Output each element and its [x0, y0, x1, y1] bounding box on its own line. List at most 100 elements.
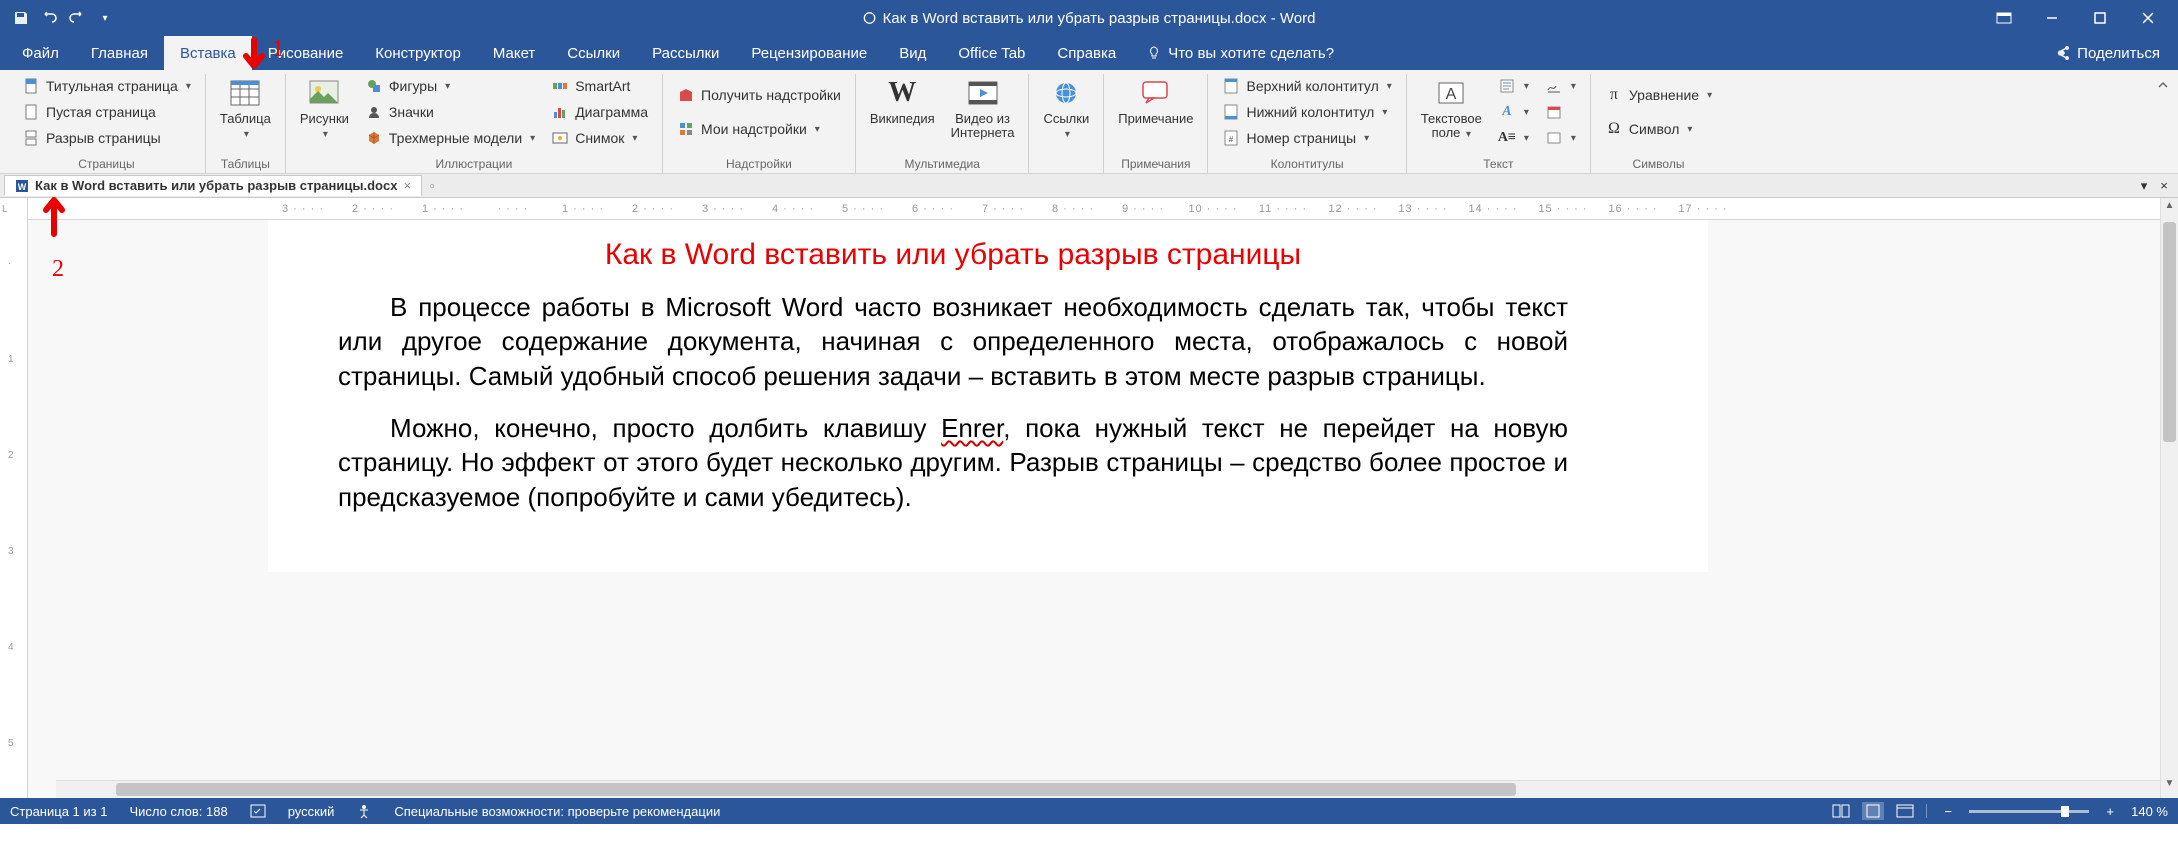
equation-button[interactable]: π Уравнение▾ — [1599, 83, 1718, 107]
document-heading: Как в Word вставить или убрать разрыв ст… — [338, 238, 1568, 272]
ribbon: Титульная страница▾ Пустая страница Разр… — [0, 70, 2178, 174]
group-media: W Википедия Видео из Интернета Мультимед… — [856, 74, 1030, 173]
share-button[interactable]: Поделиться — [2055, 36, 2178, 70]
links-button[interactable]: Ссылки▾ — [1037, 74, 1095, 150]
new-tab-button[interactable]: ▫ — [422, 178, 443, 193]
smartart-icon — [551, 77, 569, 95]
screenshot-button[interactable]: Снимок▾ — [545, 126, 654, 150]
table-button[interactable]: Таблица▾ — [214, 74, 277, 150]
zoom-level[interactable]: 140 % — [2131, 804, 2168, 819]
symbol-icon: Ω — [1605, 120, 1623, 138]
status-accessibility[interactable]: Специальные возможности: проверьте реком… — [394, 804, 720, 819]
page-break-button[interactable]: Разрыв страницы — [16, 126, 197, 150]
status-word-count[interactable]: Число слов: 188 — [129, 804, 227, 819]
cover-page-button[interactable]: Титульная страница▾ — [16, 74, 197, 98]
shapes-button[interactable]: Фигуры▾ — [359, 74, 541, 98]
tab-file[interactable]: Файл — [6, 36, 75, 70]
save-icon[interactable] — [12, 9, 30, 27]
quick-parts-button[interactable]: ▾ — [1492, 74, 1535, 98]
document-canvas[interactable]: 3 · · · ·2 · · · ·1 · · · · · · · ·1 · ·… — [28, 198, 2178, 798]
redo-icon[interactable] — [68, 9, 86, 27]
print-layout-icon[interactable] — [1862, 802, 1884, 820]
drop-cap-icon: A≡ — [1498, 129, 1516, 147]
date-time-button[interactable] — [1539, 100, 1582, 124]
chart-button[interactable]: Диаграмма — [545, 100, 654, 124]
customize-qat-icon[interactable]: ▾ — [96, 9, 114, 27]
wikipedia-button[interactable]: W Википедия — [864, 74, 941, 150]
document-tab[interactable]: W Как в Word вставить или убрать разрыв … — [4, 175, 422, 196]
header-button[interactable]: Верхний колонтитул▾ — [1216, 74, 1397, 98]
tab-mailings[interactable]: Рассылки — [636, 36, 735, 70]
collapse-ribbon-button[interactable] — [2148, 74, 2178, 173]
text-box-button[interactable]: A Текстовое поле ▾ — [1415, 74, 1488, 150]
zoom-out-icon[interactable]: − — [1937, 802, 1959, 820]
spelling-error[interactable]: Enrer — [941, 413, 1003, 443]
autosave-off-icon — [863, 11, 877, 25]
vertical-scrollbar[interactable]: ▲▼ — [2160, 198, 2178, 798]
3d-models-icon — [365, 129, 383, 147]
tab-draw[interactable]: Рисование — [252, 36, 360, 70]
signature-icon — [1545, 77, 1563, 95]
wordart-button[interactable]: A▾ — [1492, 100, 1535, 124]
undo-icon[interactable] — [40, 9, 58, 27]
document-title: Как в Word вставить или убрать разрыв ст… — [863, 10, 1316, 27]
blank-page-button[interactable]: Пустая страница — [16, 100, 197, 124]
tab-insert[interactable]: Вставка — [164, 36, 252, 70]
online-video-button[interactable]: Видео из Интернета — [945, 74, 1021, 150]
web-layout-icon[interactable] — [1894, 802, 1916, 820]
comment-button[interactable]: Примечание — [1112, 74, 1199, 150]
minimize-icon[interactable] — [2042, 8, 2062, 28]
document-tab-strip: W Как в Word вставить или убрать разрыв … — [0, 174, 2178, 198]
tab-close-all-icon[interactable]: × — [2156, 178, 2172, 194]
my-addins-button[interactable]: Мои надстройки▾ — [671, 117, 847, 141]
tab-dropdown-icon[interactable]: ▾ — [2136, 178, 2152, 194]
chart-icon — [551, 103, 569, 121]
group-tables: Таблица▾ Таблицы — [206, 74, 286, 173]
ribbon-tabs: Файл Главная Вставка Рисование Конструкт… — [0, 36, 2178, 70]
tab-design[interactable]: Конструктор — [359, 36, 477, 70]
footer-button[interactable]: Нижний колонтитул▾ — [1216, 100, 1397, 124]
link-icon — [1049, 76, 1083, 110]
date-time-icon — [1545, 103, 1563, 121]
icons-button[interactable]: Значки — [359, 100, 541, 124]
page-number-icon: # — [1222, 129, 1240, 147]
quick-parts-icon — [1498, 77, 1516, 95]
pictures-button[interactable]: Рисунки▾ — [294, 74, 355, 150]
tab-home[interactable]: Главная — [75, 36, 164, 70]
symbol-button[interactable]: Ω Символ▾ — [1599, 117, 1718, 141]
screenshot-icon — [551, 129, 569, 147]
horizontal-scrollbar[interactable] — [56, 780, 2160, 798]
tab-help[interactable]: Справка — [1041, 36, 1132, 70]
group-comments: Примечание Примечания — [1104, 74, 1208, 173]
group-label-pages: Страницы — [16, 157, 197, 173]
group-label-tables: Таблицы — [214, 157, 277, 173]
status-language[interactable]: русский — [288, 804, 335, 819]
page-number-button[interactable]: # Номер страницы▾ — [1216, 126, 1397, 150]
tell-me-search[interactable]: Что вы хотите сделать? — [1146, 36, 1334, 70]
tab-view[interactable]: Вид — [883, 36, 942, 70]
tab-layout[interactable]: Макет — [477, 36, 551, 70]
horizontal-ruler[interactable]: 3 · · · ·2 · · · ·1 · · · · · · · ·1 · ·… — [28, 198, 2178, 220]
status-page[interactable]: Страница 1 из 1 — [10, 804, 107, 819]
maximize-icon[interactable] — [2090, 8, 2110, 28]
3d-models-button[interactable]: Трехмерные модели▾ — [359, 126, 541, 150]
tab-references[interactable]: Ссылки — [551, 36, 636, 70]
zoom-slider[interactable] — [1969, 810, 2089, 813]
zoom-in-icon[interactable]: + — [2099, 802, 2121, 820]
vertical-ruler[interactable]: L ·12345 — [0, 198, 28, 798]
accessibility-icon[interactable] — [356, 803, 372, 819]
smartart-button[interactable]: SmartArt — [545, 74, 654, 98]
signature-line-button[interactable]: ▾ — [1539, 74, 1582, 98]
ribbon-display-icon[interactable] — [1994, 8, 2014, 28]
proofing-icon[interactable] — [250, 804, 266, 818]
status-bar: Страница 1 из 1 Число слов: 188 русский … — [0, 798, 2178, 824]
tab-office-tab[interactable]: Office Tab — [942, 36, 1041, 70]
close-tab-icon[interactable]: × — [403, 178, 411, 193]
tab-review[interactable]: Рецензирование — [735, 36, 883, 70]
drop-cap-button[interactable]: A≡▾ — [1492, 126, 1535, 150]
read-mode-icon[interactable] — [1830, 802, 1852, 820]
object-button[interactable]: ▾ — [1539, 126, 1582, 150]
get-addins-button[interactable]: Получить надстройки — [671, 83, 847, 107]
close-icon[interactable] — [2138, 8, 2158, 28]
group-label-illustrations: Иллюстрации — [294, 157, 654, 173]
